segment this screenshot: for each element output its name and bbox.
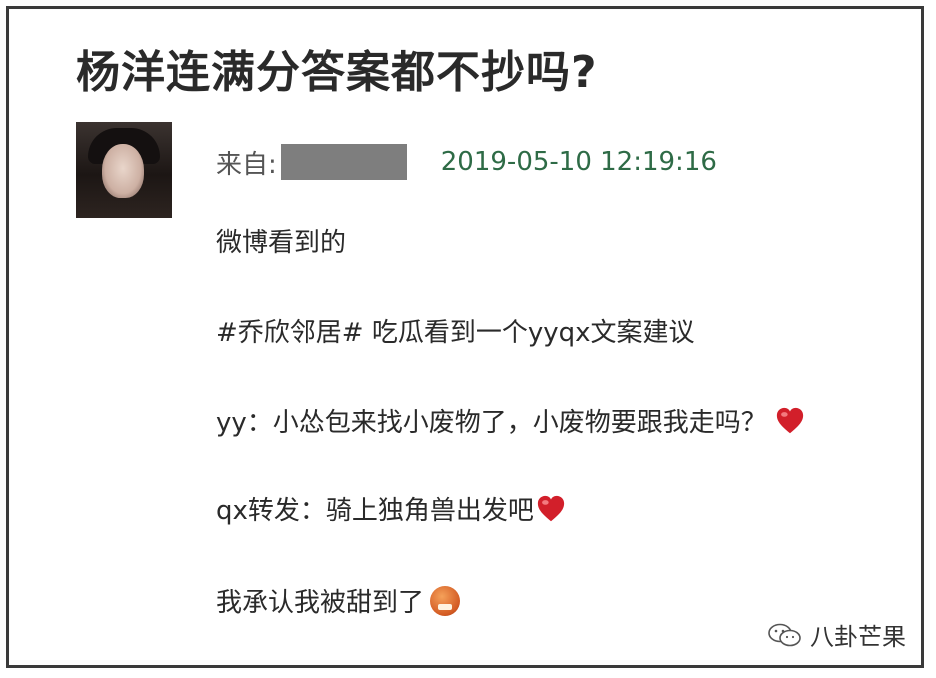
- avatar[interactable]: [76, 122, 172, 218]
- post-line-1: 微博看到的: [216, 222, 346, 259]
- post-line-4: qx转发：骑上独角兽出发吧: [216, 490, 566, 527]
- post-line-2: #乔欣邻居# 吃瓜看到一个yyqx文案建议: [216, 312, 695, 349]
- post-line-3: yy：小怂包来找小废物了，小废物要跟我走吗？: [216, 402, 805, 439]
- post-line-3-text: yy：小怂包来找小废物了，小废物要跟我走吗？: [216, 408, 767, 438]
- post-title: 杨洋连满分答案都不抄吗?: [76, 47, 598, 98]
- from-label: 来自:: [216, 149, 277, 180]
- post-line-1-text: 微博看到的: [216, 228, 347, 258]
- red-heart-icon: [537, 495, 565, 521]
- post-meta: 来自: 2019-05-10 12:19:16: [216, 142, 717, 182]
- avatar-face: [102, 144, 144, 198]
- post-line-5: 我承认我被甜到了: [216, 582, 461, 619]
- wechat-icon: [768, 623, 801, 646]
- watermark: 八卦芒果: [768, 617, 906, 652]
- post-timestamp: 2019-05-10 12:19:16: [440, 147, 717, 177]
- post-line-2-text: #乔欣邻居# 吃瓜看到一个yyqx文案建议: [216, 318, 695, 348]
- watermark-text: 八卦芒果: [810, 623, 906, 651]
- redacted-username: [280, 144, 407, 180]
- post-line-4-text: qx转发：骑上独角兽出发吧: [216, 496, 534, 526]
- post-line-5-text: 我承认我被甜到了: [216, 588, 425, 618]
- red-heart-icon: [776, 407, 803, 433]
- emoji-face-icon: [430, 585, 461, 616]
